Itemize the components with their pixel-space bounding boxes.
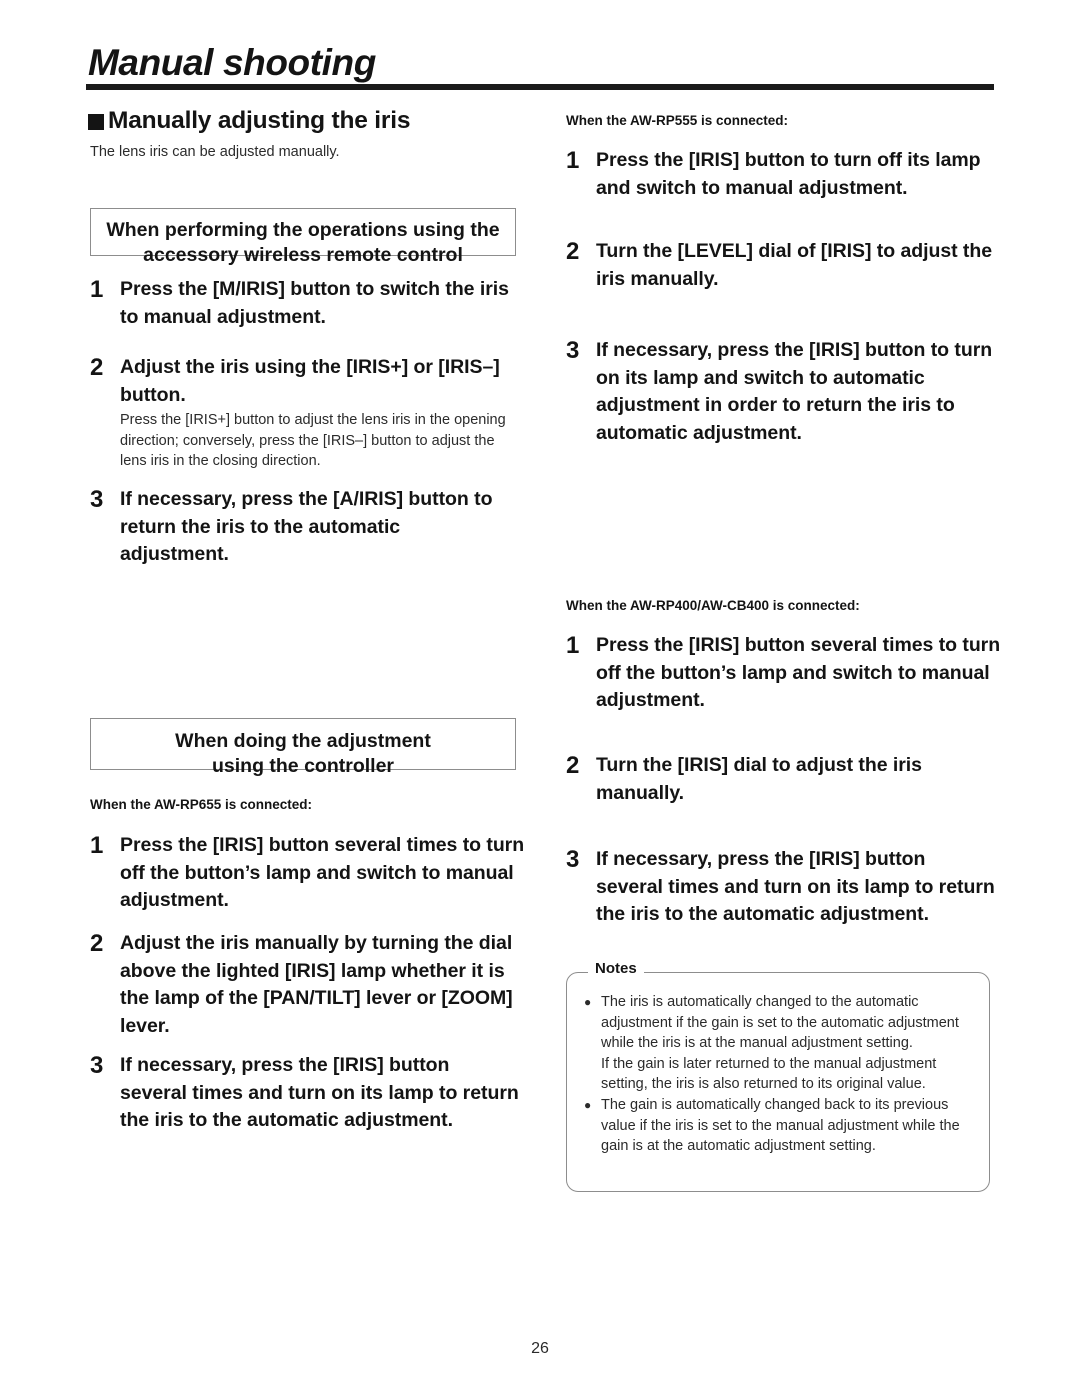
step-remote-3-text: If necessary, press the [A/IRIS] button … — [120, 488, 493, 565]
heading-box-controller-line1: When doing the adjustment — [175, 730, 431, 752]
step-rp655-2-text: Adjust the iris manually by turning the … — [120, 932, 513, 1037]
step-rp655-3-text: If necessary, press the [IRIS] button se… — [120, 1054, 519, 1131]
step-rp655-2-number: 2 — [90, 930, 104, 957]
step-rp555-1: 1 Press the [IRIS] button to turn off it… — [566, 147, 1006, 202]
step-remote-3: 3 If necessary, press the [A/IRIS] butto… — [90, 486, 510, 569]
step-rp400-2-text: Turn the [IRIS] dial to adjust the iris … — [596, 754, 922, 804]
chapter-title: Manual shooting — [88, 42, 376, 83]
step-rp655-1-number: 1 — [90, 832, 104, 859]
step-rp400-1-number: 1 — [566, 632, 580, 659]
step-rp400-3-number: 3 — [566, 846, 580, 873]
step-rp400-2: 2 Turn the [IRIS] dial to adjust the iri… — [566, 752, 996, 807]
square-bullet-icon — [88, 114, 104, 130]
step-rp655-3: 3 If necessary, press the [IRIS] button … — [90, 1052, 520, 1135]
note-item-1-text: The iris is automatically changed to the… — [601, 994, 959, 1052]
step-rp555-2: 2 Turn the [LEVEL] dial of [IRIS] to adj… — [566, 238, 996, 293]
section-heading: Manually adjusting the iris — [88, 107, 410, 135]
title-divider — [86, 84, 994, 90]
step-rp555-1-number: 1 — [566, 147, 580, 174]
note-item-1: ● The iris is automatically changed to t… — [584, 992, 980, 1054]
section-intro-text: The lens iris can be adjusted manually. — [90, 144, 340, 160]
step-rp400-1: 1 Press the [IRIS] button several times … — [566, 632, 1006, 715]
heading-box-wireless-remote-line2: accessory wireless remote control — [143, 244, 463, 266]
page-number: 26 — [531, 1340, 549, 1357]
step-rp555-3-text: If necessary, press the [IRIS] button to… — [596, 339, 993, 444]
step-remote-2-text: Adjust the iris using the [IRIS+] or [IR… — [120, 356, 500, 406]
step-rp555-2-text: Turn the [LEVEL] dial of [IRIS] to adjus… — [596, 240, 993, 290]
step-remote-1-text: Press the [M/IRIS] button to switch the … — [120, 278, 509, 328]
notes-box-title: Notes — [588, 960, 644, 977]
bullet-dot-icon: ● — [584, 995, 592, 1009]
step-remote-2-number: 2 — [90, 354, 104, 381]
step-rp400-3: 3 If necessary, press the [IRIS] button … — [566, 846, 996, 929]
step-remote-1: 1 Press the [M/IRIS] button to switch th… — [90, 276, 520, 331]
step-rp655-1-text: Press the [IRIS] button several times to… — [120, 834, 525, 911]
step-rp555-1-text: Press the [IRIS] button to turn off its … — [596, 149, 981, 199]
heading-box-controller: When doing the adjustment using the cont… — [90, 718, 516, 777]
notes-box-content: ● The iris is automatically changed to t… — [584, 992, 980, 1157]
step-rp400-1-text: Press the [IRIS] button several times to… — [596, 634, 1001, 711]
step-remote-1-number: 1 — [90, 276, 104, 303]
heading-box-controller-line2: using the controller — [211, 755, 394, 777]
step-rp400-2-number: 2 — [566, 752, 580, 779]
heading-box-wireless-remote-line1: When performing the operations using the — [106, 219, 500, 241]
document-page: Manual shooting Manually adjusting the i… — [0, 0, 1080, 1400]
bullet-dot-icon: ● — [584, 1097, 592, 1112]
step-remote-2-note: Press the [IRIS+] button to adjust the l… — [120, 412, 506, 469]
step-remote-2: 2 Adjust the iris using the [IRIS+] or [… — [90, 354, 520, 409]
step-rp655-3-number: 3 — [90, 1052, 104, 1079]
label-rp655-connected: When the AW-RP655 is connected: — [90, 797, 313, 812]
label-rp555-connected: When the AW-RP555 is connected: — [566, 113, 789, 128]
label-rp400-connected: When the AW-RP400/AW-CB400 is connected: — [566, 598, 860, 613]
heading-box-wireless-remote: When performing the operations using the… — [90, 208, 516, 266]
step-rp555-3: 3 If necessary, press the [IRIS] button … — [566, 337, 996, 447]
note-item-2: ● The gain is automatically changed back… — [584, 1095, 980, 1157]
step-rp555-3-number: 3 — [566, 337, 580, 364]
note-sub-text: If the gain is later returned to the man… — [601, 1055, 937, 1093]
section-heading-label: Manually adjusting the iris — [108, 107, 411, 134]
step-rp555-2-number: 2 — [566, 238, 580, 265]
step-rp655-1: 1 Press the [IRIS] button several times … — [90, 832, 530, 915]
note-item-2-text: The gain is automatically changed back t… — [601, 1096, 960, 1155]
step-rp655-2: 2 Adjust the iris manually by turning th… — [90, 930, 530, 1040]
step-remote-3-number: 3 — [90, 486, 104, 513]
step-rp400-3-text: If necessary, press the [IRIS] button se… — [596, 848, 995, 925]
